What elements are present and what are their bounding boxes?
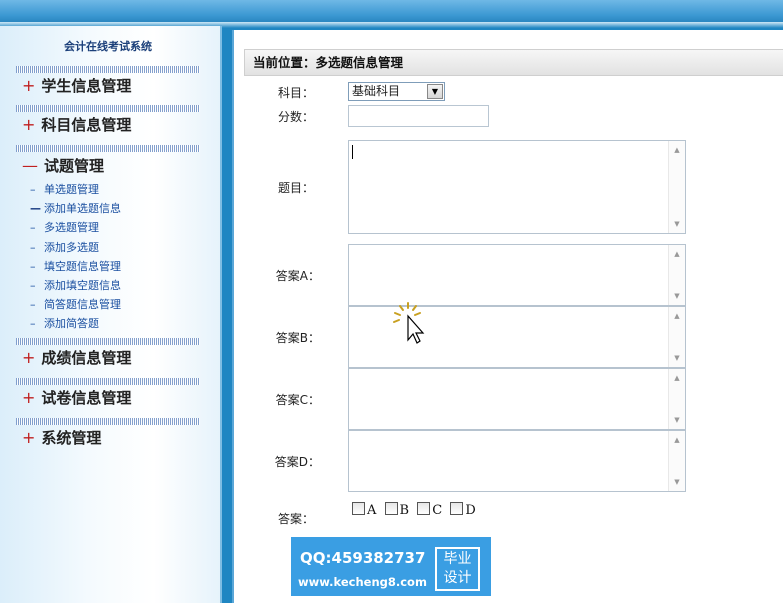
menu-exam-paper-info[interactable]: + 试卷信息管理: [22, 388, 131, 408]
scrollbar[interactable]: ▲ ▼: [668, 245, 685, 305]
menu-label: 试题管理: [44, 157, 105, 175]
sidebar: 会计在线考试系统 + 学生信息管理 + 科目信息管理 — 试题管理 – 单选题管理 — 添…: [0, 26, 222, 603]
main-content: 当前位置：多选题信息管理 科目： 基础科目 ▼ 分数： 题目： ▲ ▼ 答案A： …: [232, 30, 783, 603]
answer-a-label: 答案A：: [275, 269, 320, 283]
answer-d-label: 答案D：: [274, 455, 320, 469]
menu-label: 系统管理: [41, 429, 102, 447]
checkbox-d-label: D: [465, 503, 476, 518]
top-banner: [0, 0, 783, 22]
scrollbar[interactable]: ▲ ▼: [668, 307, 685, 367]
scrollbar[interactable]: ▲ ▼: [668, 431, 685, 491]
sub-item-multi-choice[interactable]: – 多选题管理: [30, 220, 99, 236]
menu-label: 试卷信息管理: [41, 389, 132, 407]
answer-c-label: 答案C：: [275, 393, 320, 407]
checkbox-a[interactable]: [352, 502, 365, 515]
sub-item-add-multi-choice[interactable]: – 添加多选题: [30, 240, 99, 256]
answer-b-label: 答案B：: [275, 331, 320, 345]
checkbox-c-label: C: [432, 503, 443, 518]
expand-icon: +: [22, 115, 36, 134]
sub-item-add-short-answer[interactable]: – 添加简答题: [30, 316, 99, 332]
checkbox-b-label: B: [399, 503, 410, 518]
score-label: 分数：: [277, 110, 314, 124]
text-caret: [352, 145, 353, 159]
watermark-badge: 毕业 设计: [435, 547, 480, 591]
checkbox-a-label: A: [367, 503, 377, 518]
subject-select[interactable]: 基础科目 ▼: [348, 82, 445, 101]
chevron-down-icon[interactable]: ▼: [427, 84, 443, 99]
menu-divider: [16, 418, 200, 425]
expand-icon: +: [22, 388, 36, 407]
system-title: 会计在线考试系统: [64, 40, 152, 53]
question-label: 题目：: [277, 181, 314, 195]
scrollbar[interactable]: ▲ ▼: [668, 141, 685, 233]
sub-item-short-answer[interactable]: – 简答题信息管理: [30, 297, 121, 313]
menu-label: 成绩信息管理: [41, 349, 132, 367]
scrollbar[interactable]: ▲ ▼: [668, 369, 685, 429]
answer-c-textarea[interactable]: ▲ ▼: [348, 368, 686, 430]
menu-system-management[interactable]: + 系统管理: [22, 428, 101, 448]
menu-divider: [16, 105, 200, 112]
menu-divider: [16, 145, 200, 152]
watermark-url: www.kecheng8.com: [298, 575, 427, 589]
checkbox-c[interactable]: [417, 502, 431, 515]
menu-divider: [16, 378, 200, 385]
expand-icon: +: [22, 428, 36, 447]
menu-label: 科目信息管理: [41, 116, 132, 134]
subject-label: 科目：: [277, 86, 314, 100]
watermark: QQ:459382737 www.kecheng8.com 毕业 设计: [291, 537, 491, 596]
breadcrumb: 当前位置：多选题信息管理: [244, 49, 783, 76]
watermark-qq: QQ:459382737: [300, 549, 426, 567]
checkbox-d[interactable]: [450, 502, 464, 515]
busy-cursor-icon: [393, 302, 425, 344]
collapse-icon: —: [22, 156, 38, 175]
answer-label: 答案：: [277, 512, 314, 526]
sub-item-add-fill-blank[interactable]: – 添加填空题信息: [30, 278, 121, 294]
score-input[interactable]: [348, 105, 489, 127]
menu-subject-info[interactable]: + 科目信息管理: [22, 115, 131, 135]
menu-student-info[interactable]: + 学生信息管理: [22, 76, 131, 96]
menu-divider: [16, 338, 200, 345]
subject-select-value: 基础科目: [352, 84, 401, 98]
answer-a-textarea[interactable]: ▲ ▼: [348, 244, 686, 306]
sub-item-single-choice[interactable]: – 单选题管理: [30, 182, 99, 198]
sub-item-fill-blank[interactable]: – 填空题信息管理: [30, 259, 121, 275]
question-textarea[interactable]: ▲ ▼: [348, 140, 686, 234]
sub-item-add-single-choice[interactable]: — 添加单选题信息: [30, 201, 121, 217]
menu-label: 学生信息管理: [41, 77, 132, 95]
menu-divider: [16, 66, 200, 73]
expand-icon: +: [22, 348, 36, 367]
menu-score-info[interactable]: + 成绩信息管理: [22, 348, 131, 368]
checkbox-b[interactable]: [384, 502, 398, 515]
answer-d-textarea[interactable]: ▲ ▼: [348, 430, 686, 492]
menu-question-management[interactable]: — 试题管理: [22, 156, 104, 176]
expand-icon: +: [22, 76, 36, 95]
answer-options: A B C D: [352, 502, 480, 520]
